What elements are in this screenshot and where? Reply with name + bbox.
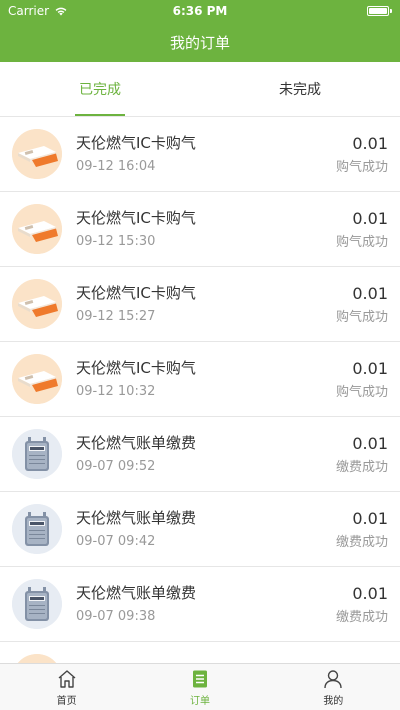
tabbar-orders-label: 订单	[189, 695, 210, 707]
gas-meter-icon	[12, 504, 62, 554]
tab-bar: 首页 订单 我的	[0, 663, 400, 710]
ic-card-icon	[12, 654, 62, 663]
carrier-label: Carrier	[8, 4, 50, 18]
orders-icon	[192, 670, 207, 687]
order-right: 0.01 购气成功	[336, 117, 388, 192]
page-title: 我的订单	[169, 33, 230, 52]
order-status: 购气成功	[335, 309, 388, 325]
tab-completed[interactable]: 已完成	[0, 62, 200, 116]
tab-incomplete[interactable]: 未完成	[200, 62, 400, 116]
tabbar-profile-label: 我的	[323, 695, 344, 707]
tabbar-profile[interactable]: 我的	[267, 664, 400, 710]
order-amount: 0.01	[352, 583, 388, 603]
order-right: 0.01 购气成功	[336, 267, 388, 342]
order-item[interactable]: 天伦燃气IC卡购气 09-12 15:27 0.01 购气成功	[0, 267, 400, 342]
order-tabs: 已完成 未完成	[0, 62, 400, 117]
order-amount: 0.01	[352, 433, 388, 453]
ic-card-icon	[12, 279, 62, 329]
ic-card-icon	[12, 354, 62, 404]
order-status: 购气成功	[335, 234, 388, 250]
ic-card-icon	[12, 204, 62, 254]
order-amount: 0.01	[352, 358, 388, 378]
order-amount: 0.01	[352, 283, 388, 303]
order-item[interactable]: 天伦燃气IC卡购气 09-12 15:30 0.01 购气成功	[0, 192, 400, 267]
profile-icon	[324, 669, 343, 688]
status-left: Carrier	[8, 4, 68, 18]
tabbar-home[interactable]: 首页	[0, 664, 133, 710]
order-amount: 0.01	[352, 508, 388, 528]
order-status: 缴费成功	[335, 609, 388, 625]
order-right: 0.01 购气成功	[336, 192, 388, 267]
home-icon	[58, 669, 76, 688]
order-right: 0.01 缴费成功	[336, 417, 388, 492]
app: Carrier 6:36 PM 我的订单 已完成 未完成 天伦燃气IC卡购气 0…	[0, 0, 400, 710]
order-item[interactable]: 天伦燃气IC卡购气 09-12 10:32 0.01 购气成功	[0, 342, 400, 417]
order-right: 0.01 购气成功	[336, 342, 388, 417]
gas-meter-icon	[12, 579, 62, 629]
order-item[interactable]: 天伦燃气账单缴费 09-07 09:52 0.01 缴费成功	[0, 417, 400, 492]
tabbar-orders[interactable]: 订单	[133, 664, 266, 710]
order-status: 缴费成功	[335, 459, 388, 475]
order-right: 0.01 缴费成功	[336, 492, 388, 567]
nav-bar: 我的订单	[0, 22, 400, 62]
order-status: 购气成功	[335, 384, 388, 400]
order-item[interactable]: 天伦燃气账单缴费 09-07 09:42 0.01 缴费成功	[0, 492, 400, 567]
order-list: 天伦燃气IC卡购气 09-12 16:04 0.01 购气成功 天伦燃气IC卡购…	[0, 117, 400, 663]
order-amount: 0.01	[352, 133, 388, 153]
gas-meter-icon	[12, 429, 62, 479]
tabbar-home-label: 首页	[56, 695, 77, 707]
tab-completed-label: 已完成	[79, 82, 121, 98]
ic-card-icon	[12, 129, 62, 179]
order-status: 购气成功	[335, 159, 388, 175]
order-item[interactable]: 天伦燃气账单缴费 09-07 09:38 0.01 缴费成功	[0, 567, 400, 642]
order-status: 缴费成功	[335, 534, 388, 550]
wifi-icon	[55, 7, 67, 16]
order-right: 0.01 缴费成功	[336, 567, 388, 642]
order-amount: 0.01	[352, 208, 388, 228]
tab-incomplete-label: 未完成	[279, 82, 321, 98]
order-right: 0.01	[352, 642, 388, 663]
order-item[interactable]: 天伦燃气IC卡购气 09-12 16:04 0.01 购气成功	[0, 117, 400, 192]
status-bar: Carrier 6:36 PM	[0, 0, 400, 22]
order-item[interactable]: 天伦燃气IC卡购气 0.01	[0, 642, 400, 663]
battery-icon	[367, 6, 392, 16]
